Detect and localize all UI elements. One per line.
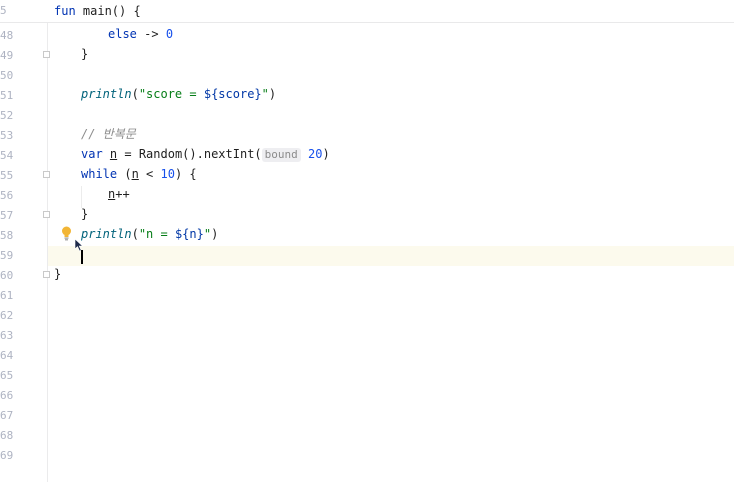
number-literal: 20: [308, 147, 323, 161]
string-literal: "n =: [138, 227, 175, 241]
code-line-57[interactable]: }: [81, 206, 88, 222]
closing-brace: }: [81, 47, 89, 61]
line-number-gutter[interactable]: 48 49 50 51 52 53 54 55 56 57 58 59 60 6…: [0, 0, 48, 482]
closing-brace: }: [81, 207, 89, 221]
line-number: 60: [0, 269, 14, 282]
fold-marker-icon[interactable]: [43, 211, 50, 218]
string-literal: ": [261, 87, 269, 101]
operator: ->: [136, 27, 166, 41]
operator: ++: [115, 187, 130, 201]
variable: n: [131, 167, 139, 181]
paren: ): [211, 227, 219, 241]
code-line-55[interactable]: while (n < 10) {: [81, 166, 197, 182]
line-number: 66: [0, 389, 14, 402]
code-editor[interactable]: 48 49 50 51 52 53 54 55 56 57 58 59 60 6…: [0, 0, 734, 482]
number-literal: 0: [165, 27, 174, 41]
line-number: 64: [0, 349, 14, 362]
line-number: 59: [0, 249, 14, 262]
line-number: 52: [0, 109, 14, 122]
paren: ): [268, 87, 277, 101]
code-line-53[interactable]: // 반복문: [81, 126, 136, 142]
sticky-header-code: fun main() {: [54, 4, 141, 18]
parameter-hint: bound: [261, 148, 301, 162]
code-line-48[interactable]: else -> 0: [108, 26, 173, 42]
keyword: while: [81, 167, 118, 181]
paren: (: [131, 227, 139, 241]
text-caret: [81, 250, 83, 264]
keyword: var: [81, 147, 103, 161]
paren: (: [117, 167, 132, 181]
current-line-highlight: [48, 246, 734, 266]
fold-marker-icon[interactable]: [43, 171, 50, 178]
indent-guide: [81, 186, 82, 208]
line-number: 57: [0, 209, 14, 222]
line-number: 50: [0, 69, 14, 82]
fold-marker-icon[interactable]: [43, 51, 50, 58]
comment: // 반복문: [81, 127, 136, 141]
paren: ): [322, 147, 330, 161]
line-number: 61: [0, 289, 14, 302]
function-signature: main() {: [75, 4, 141, 18]
string-template: ${score}: [203, 87, 262, 101]
line-number: 63: [0, 329, 14, 342]
closing-brace: }: [54, 267, 62, 281]
code-line-60[interactable]: }: [54, 266, 61, 282]
string-literal: ": [203, 227, 212, 241]
sticky-function-header[interactable]: 5 fun main() {: [0, 0, 734, 23]
line-number: 51: [0, 89, 14, 102]
line-number: 67: [0, 409, 14, 422]
code-line-49[interactable]: }: [81, 46, 88, 62]
line-number: 53: [0, 129, 14, 142]
line-number: 48: [0, 29, 14, 42]
keyword: else: [108, 27, 137, 41]
line-number: 68: [0, 429, 14, 442]
paren: ) {: [174, 167, 197, 181]
code-line-56[interactable]: n++: [108, 186, 130, 202]
line-number: 62: [0, 309, 14, 322]
expression: = Random().nextInt(: [117, 147, 262, 161]
code-line-58[interactable]: println("n = ${n}"): [81, 226, 218, 242]
fold-marker-icon[interactable]: [43, 271, 50, 278]
paren: (: [131, 87, 139, 101]
line-number: 56: [0, 189, 14, 202]
line-number: 69: [0, 449, 14, 462]
function-name: println: [81, 87, 132, 101]
line-number: 49: [0, 49, 14, 62]
line-number: 58: [0, 229, 14, 242]
string-template: ${n}: [174, 227, 204, 241]
operator: <: [138, 167, 161, 181]
line-number: 65: [0, 369, 14, 382]
line-number: 5: [0, 4, 7, 17]
function-name: println: [81, 227, 132, 241]
code-line-51[interactable]: println("score = ${score}"): [81, 86, 276, 102]
line-number: 55: [0, 169, 14, 182]
line-number: 54: [0, 149, 14, 162]
keyword: fun: [54, 4, 76, 18]
lightbulb-icon[interactable]: [61, 226, 72, 241]
number-literal: 10: [160, 167, 175, 181]
code-line-54[interactable]: var n = Random().nextInt(bound 20): [81, 146, 330, 162]
string-literal: "score =: [138, 87, 204, 101]
